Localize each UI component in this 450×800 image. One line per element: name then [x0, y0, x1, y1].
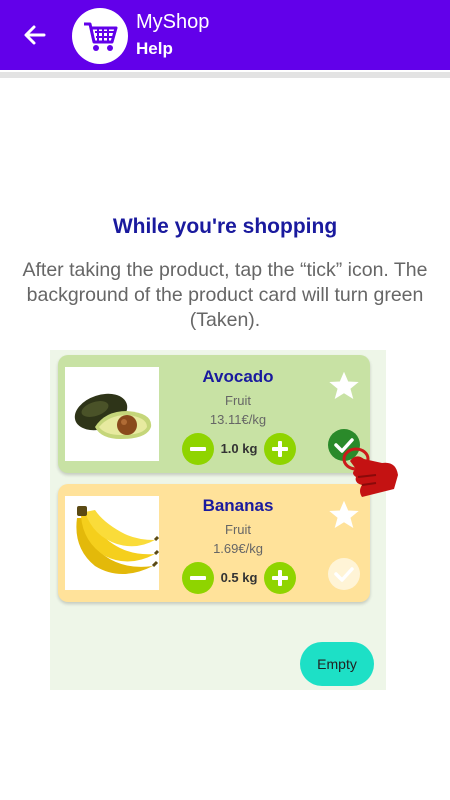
help-heading: While you're shopping: [112, 215, 338, 238]
divider: [0, 72, 450, 78]
page-subtitle: Help: [136, 39, 173, 58]
product-card-bananas: Bananas Fruit 1.69€/kg 0.5 kg: [58, 484, 370, 602]
product-category: Fruit: [225, 393, 251, 408]
plus-button[interactable]: [264, 433, 296, 465]
shopping-cart-icon: [72, 8, 128, 64]
app-bar: MyShop Help: [0, 0, 450, 70]
demo-screenshot: Avocado Fruit 13.11€/kg 1.0 kg Bananas F…: [50, 350, 398, 690]
product-name: Avocado: [202, 367, 274, 386]
minus-button[interactable]: [182, 562, 214, 594]
check-circle-icon[interactable]: [328, 558, 360, 590]
tap-hand-icon: [336, 441, 402, 505]
quantity-value: 0.5 kg: [220, 570, 258, 585]
star-icon[interactable]: [326, 368, 362, 404]
minus-button[interactable]: [182, 433, 214, 465]
product-card-avocado: Avocado Fruit 13.11€/kg 1.0 kg: [58, 355, 370, 473]
quantity-value: 1.0 kg: [220, 441, 258, 456]
help-description: After taking the product, tap the “tick”…: [22, 259, 428, 331]
product-category: Fruit: [225, 522, 251, 537]
quantity-stepper: 0.5 kg: [182, 562, 296, 594]
app-title: MyShop: [136, 11, 210, 33]
empty-button[interactable]: Empty: [300, 642, 374, 686]
arrow-left-icon[interactable]: [18, 18, 52, 52]
quantity-stepper: 1.0 kg: [182, 433, 296, 465]
avocado-image: [65, 367, 159, 461]
product-name: Bananas: [202, 496, 274, 515]
plus-button[interactable]: [264, 562, 296, 594]
product-price: 1.69€/kg: [213, 541, 263, 556]
product-price: 13.11€/kg: [209, 412, 267, 427]
bananas-image: [65, 496, 160, 590]
